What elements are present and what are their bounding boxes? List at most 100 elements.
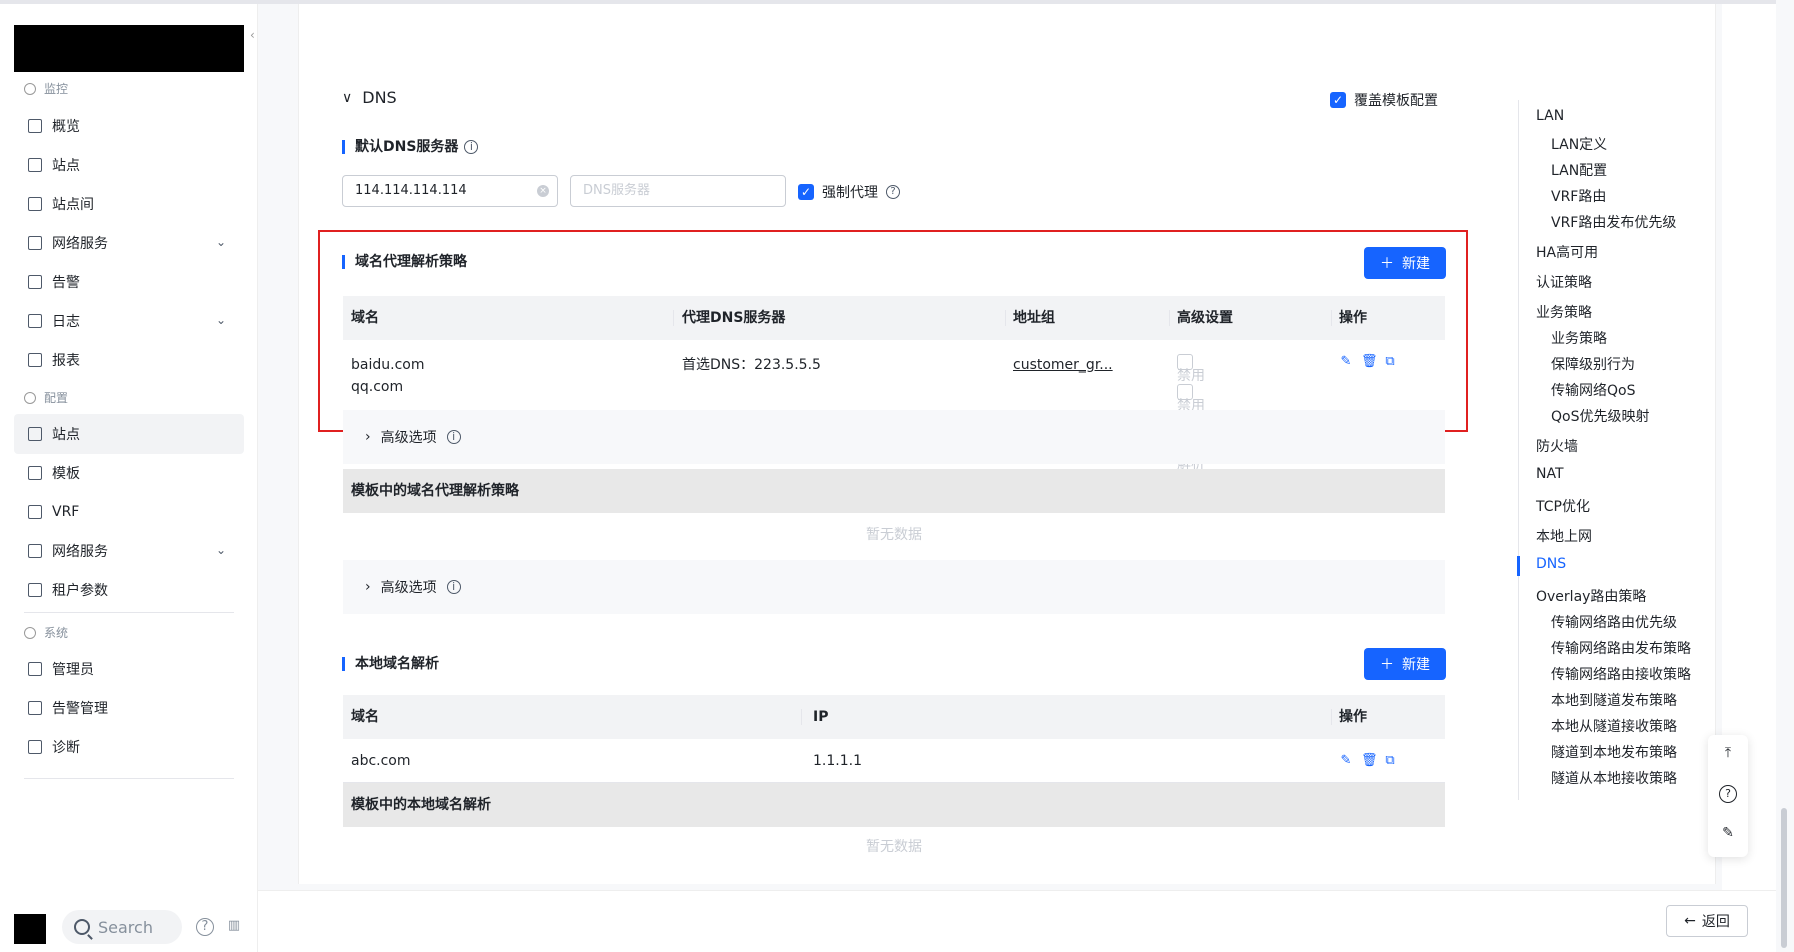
alarm-manage-icon xyxy=(28,701,42,715)
info-icon[interactable]: i xyxy=(446,580,461,594)
nav-vrf[interactable]: VRF xyxy=(14,492,244,532)
nav-report[interactable]: 报表 xyxy=(14,340,244,380)
plus-icon: ＋ xyxy=(1380,657,1394,673)
table-row: baidu.com qq.com 首选DNS：223.5.5.5 custome… xyxy=(343,340,1445,502)
anchor-item[interactable]: TCP优化 xyxy=(1536,496,1590,516)
sidebar-divider xyxy=(24,778,234,779)
advanced-options-row[interactable]: › 高级选项 i xyxy=(343,560,1445,614)
help-icon[interactable]: ? xyxy=(1719,785,1737,803)
ip-cell: 1.1.1.1 xyxy=(813,753,862,769)
inter-site-icon xyxy=(28,197,42,211)
edit-icon[interactable]: ✎ xyxy=(1339,753,1353,768)
anchor-item[interactable]: 业务策略 xyxy=(1551,328,1607,348)
clear-icon[interactable]: × xyxy=(537,185,549,197)
edit-icon[interactable]: ✎ xyxy=(1719,825,1737,843)
admin-icon xyxy=(28,662,42,676)
dns-section-header[interactable]: ∨ DNS xyxy=(342,88,397,107)
chart-icon[interactable]: ▥ xyxy=(225,918,243,936)
avatar[interactable] xyxy=(14,914,46,944)
search-icon xyxy=(74,919,90,935)
nav-config-site[interactable]: 站点 xyxy=(14,414,244,454)
anchor-item[interactable]: 业务策略 xyxy=(1536,302,1592,322)
edit-icon[interactable]: ✎ xyxy=(1339,354,1353,369)
nav-overview[interactable]: 概览 xyxy=(14,106,244,146)
nav-inter-site[interactable]: 站点间 xyxy=(14,184,244,224)
info-icon[interactable]: i xyxy=(464,140,479,154)
empty-state: 暂无数据 xyxy=(866,527,922,543)
anchor-item[interactable]: 保障级别行为 xyxy=(1551,354,1635,374)
chevron-down-icon: ∨ xyxy=(342,89,353,106)
nav-network-service[interactable]: 网络服务 ⌄ xyxy=(14,223,244,263)
proxy-policy-heading: 域名代理解析策略 xyxy=(342,255,467,269)
nav-alarm-manage[interactable]: 告警管理 xyxy=(14,688,244,728)
col-address-group: 地址组 xyxy=(1013,310,1055,326)
copy-icon[interactable]: ⧉ xyxy=(1383,753,1397,768)
sidebar-divider xyxy=(24,612,234,613)
force-proxy-checkbox[interactable]: ✓ 强制代理? xyxy=(798,182,900,202)
delete-icon[interactable]: 🗑 xyxy=(1361,753,1378,768)
delete-icon[interactable]: 🗑 xyxy=(1361,354,1378,369)
anchor-item[interactable]: 本地到隧道发布策略 xyxy=(1551,690,1677,710)
question-icon[interactable]: ? xyxy=(886,185,900,199)
active-indicator xyxy=(1517,556,1520,576)
anchor-item[interactable]: VRF路由发布优先级 xyxy=(1551,212,1676,232)
nav-template[interactable]: 模板 xyxy=(14,453,244,493)
template-icon xyxy=(28,466,42,480)
anchor-item[interactable]: VRF路由 xyxy=(1551,186,1606,206)
nav-tenant-params[interactable]: 租户参数 xyxy=(14,570,244,610)
overview-icon xyxy=(28,119,42,133)
new-local-dns-button[interactable]: ＋新建 xyxy=(1364,648,1446,680)
address-group-link[interactable]: customer_gr... xyxy=(1013,354,1113,376)
nav-diagnose[interactable]: 诊断 xyxy=(14,727,244,767)
nav-config-network-service[interactable]: 网络服务 ⌄ xyxy=(14,531,244,571)
anchor-item[interactable]: 传输网络QoS xyxy=(1551,380,1635,400)
anchor-item[interactable]: 本地上网 xyxy=(1536,526,1592,546)
section-system: 系统 xyxy=(24,624,68,641)
sidebar-bottom-bar: Search ? ▥ xyxy=(0,904,258,952)
proxy-table-header: 域名 代理DNS服务器 地址组 高级设置 操作 xyxy=(343,296,1445,340)
col-ip: IP xyxy=(813,709,829,725)
checkbox-checked-icon: ✓ xyxy=(1330,92,1346,108)
advanced-options-row[interactable]: › 高级选项 i xyxy=(343,410,1445,464)
anchor-item[interactable]: 传输网络路由发布策略 xyxy=(1551,638,1691,658)
local-dns-heading: 本地域名解析 xyxy=(342,657,439,671)
anchor-item-active[interactable]: DNS xyxy=(1536,556,1566,572)
floating-toolbar: ⤒ ? ✎ xyxy=(1708,735,1748,857)
anchor-item[interactable]: HA高可用 xyxy=(1536,242,1598,262)
dns-primary-input[interactable]: 114.114.114.114 × xyxy=(342,175,558,207)
anchor-item[interactable]: 传输网络路由接收策略 xyxy=(1551,664,1691,684)
anchor-item[interactable]: QoS优先级映射 xyxy=(1551,406,1649,426)
info-icon[interactable]: i xyxy=(446,430,461,444)
anchor-item[interactable]: LAN xyxy=(1536,108,1564,124)
anchor-item[interactable]: Overlay路由策略 xyxy=(1536,586,1646,606)
dns-secondary-input[interactable]: DNS服务器 xyxy=(570,175,786,207)
copy-icon[interactable]: ⧉ xyxy=(1383,354,1397,369)
col-proxy-dns: 代理DNS服务器 xyxy=(682,310,786,326)
anchor-item[interactable]: 隧道到本地发布策略 xyxy=(1551,742,1677,762)
col-domain: 域名 xyxy=(351,310,379,326)
help-icon[interactable]: ? xyxy=(196,918,214,936)
anchor-item[interactable]: NAT xyxy=(1536,466,1564,482)
scrollbar[interactable] xyxy=(1781,808,1787,948)
override-template-checkbox[interactable]: ✓ 覆盖模板配置 xyxy=(1330,90,1438,110)
section-config: 配置 xyxy=(24,389,68,406)
anchor-item[interactable]: 本地从隧道接收策略 xyxy=(1551,716,1677,736)
nav-alarm[interactable]: 告警 xyxy=(14,262,244,302)
app-window: ‹ 监控 概览 站点 站点间 网络服务 ⌄ 告警 日志 ⌄ 报表 配置 站点 模板 … xyxy=(0,0,1794,952)
anchor-item[interactable]: 隧道从本地接收策略 xyxy=(1551,768,1677,788)
back-button[interactable]: ← 返回 xyxy=(1666,905,1748,937)
chevron-right-icon: › xyxy=(365,579,371,595)
nav-site[interactable]: 站点 xyxy=(14,145,244,185)
anchor-item[interactable]: 认证策略 xyxy=(1536,272,1592,292)
anchor-nav: LAN LAN定义 LAN配置 VRF路由 VRF路由发布优先级 HA高可用 认… xyxy=(1517,100,1718,800)
nav-admin[interactable]: 管理员 xyxy=(14,649,244,689)
anchor-item[interactable]: 防火墙 xyxy=(1536,436,1578,456)
new-proxy-policy-button[interactable]: ＋新建 xyxy=(1364,247,1446,279)
back-to-top-icon[interactable]: ⤒ xyxy=(1719,745,1737,763)
site-icon xyxy=(28,158,42,172)
search-box[interactable]: Search xyxy=(62,910,182,944)
anchor-item[interactable]: LAN定义 xyxy=(1551,134,1607,154)
anchor-item[interactable]: LAN配置 xyxy=(1551,160,1607,180)
nav-log[interactable]: 日志 ⌄ xyxy=(14,301,244,341)
anchor-item[interactable]: 传输网络路由优先级 xyxy=(1551,612,1677,632)
